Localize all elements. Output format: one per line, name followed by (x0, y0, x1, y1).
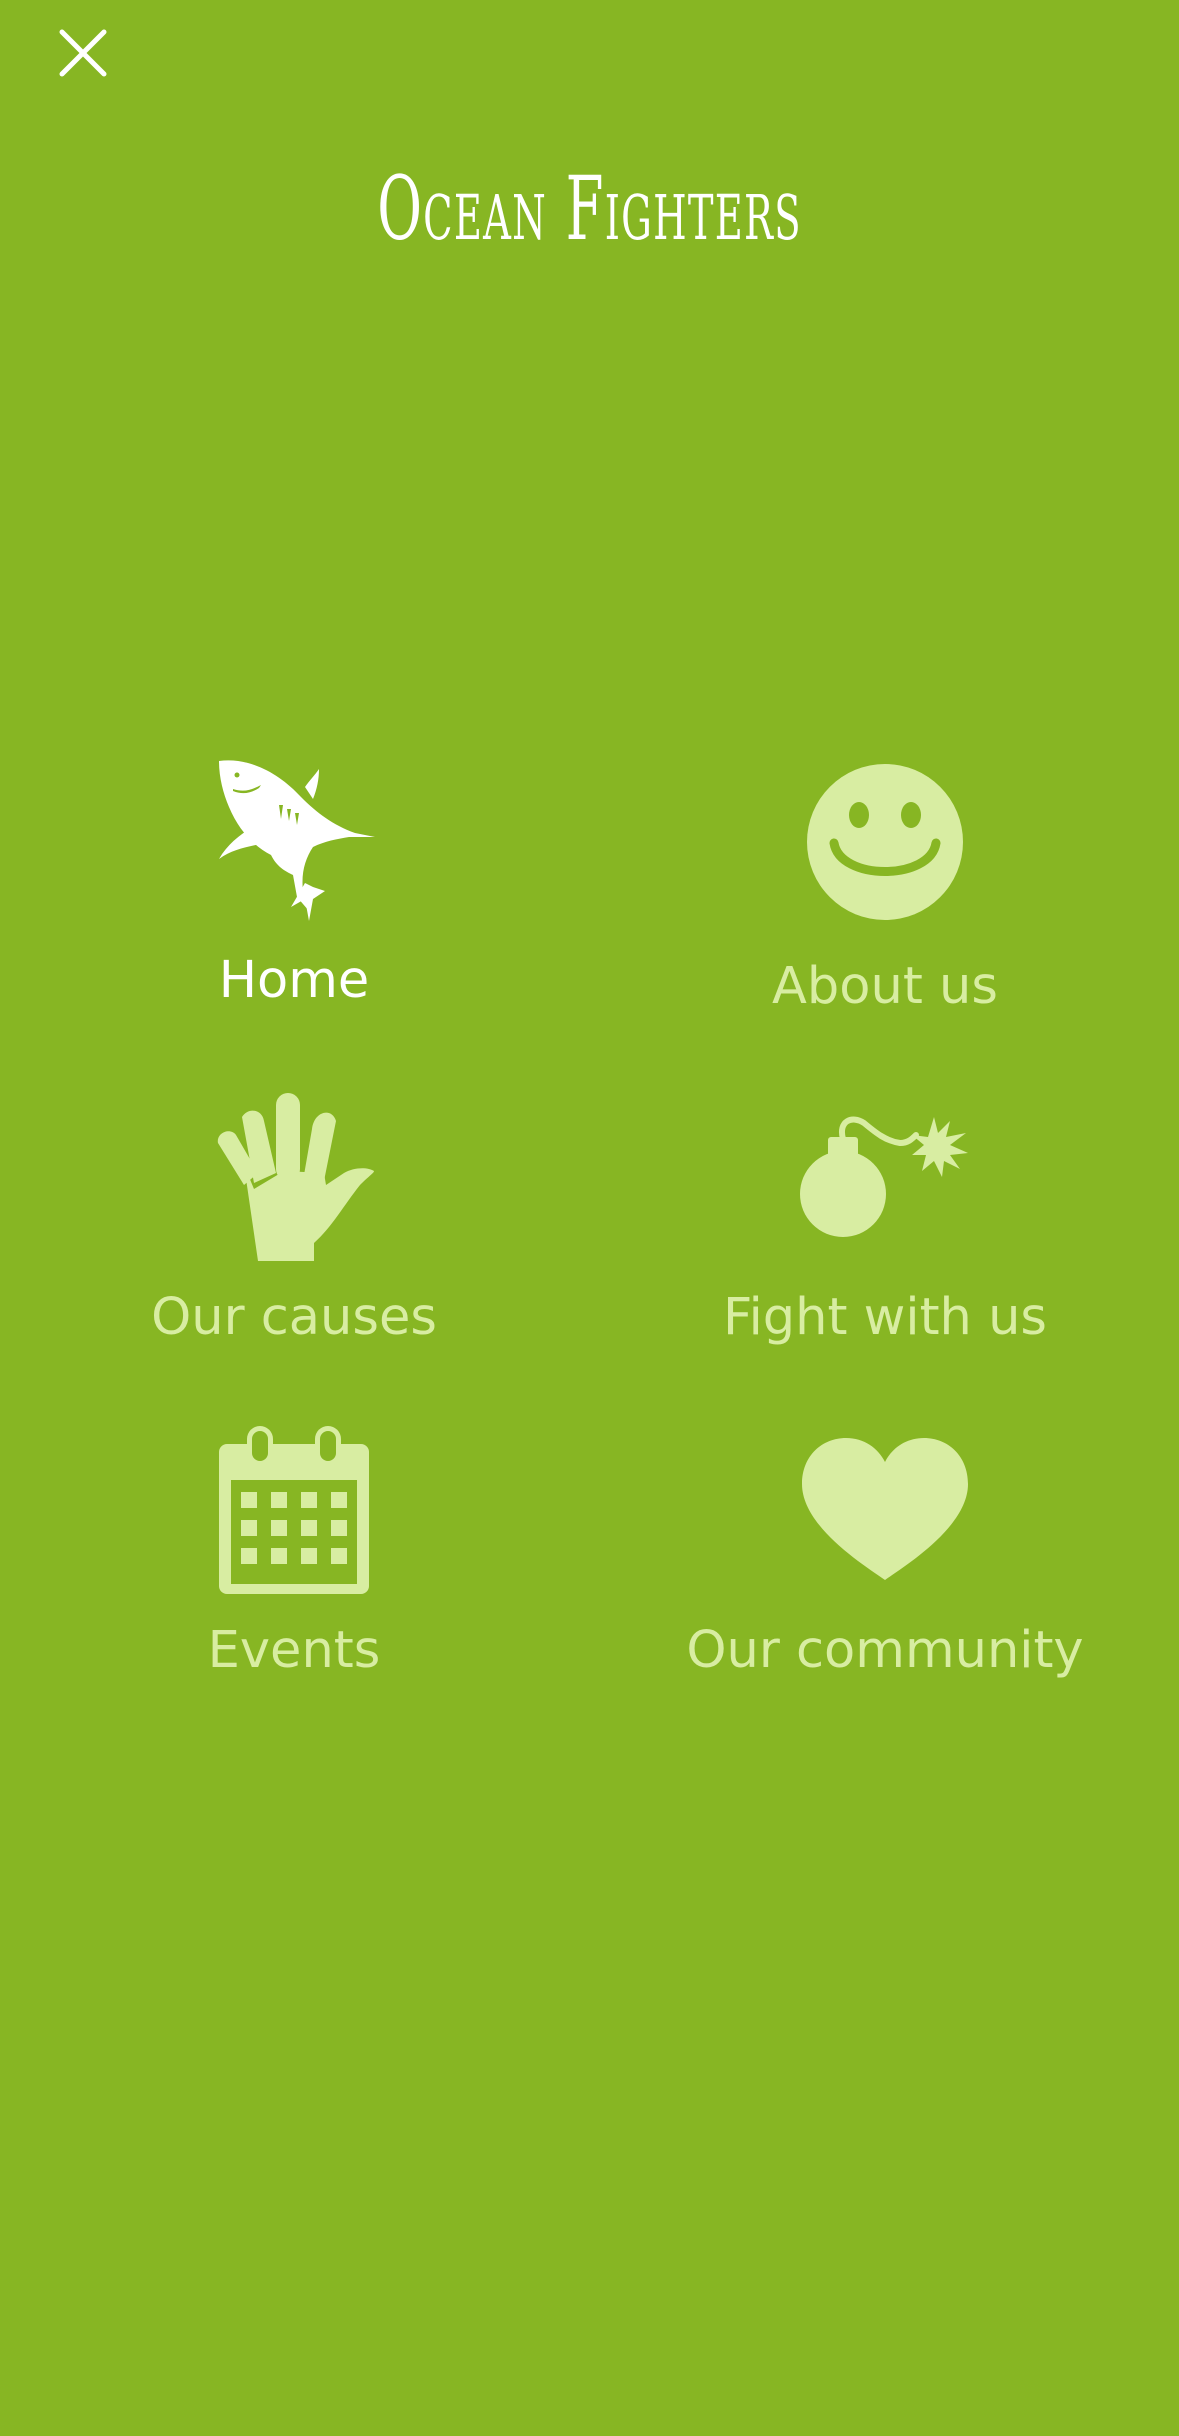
menu-item-about-us[interactable]: About us (605, 755, 1165, 1025)
menu-item-home[interactable]: Home (14, 755, 574, 1025)
heart-icon (802, 1438, 968, 1580)
bomb-icon (800, 1115, 970, 1237)
menu-item-fight-with-us[interactable]: Fight with us (605, 1090, 1165, 1360)
menu-item-our-causes[interactable]: Our causes (14, 1090, 574, 1360)
menu-item-label: Fight with us (722, 1288, 1047, 1347)
close-button[interactable] (56, 26, 110, 80)
app-title: Ocean Fighters (377, 157, 802, 260)
shark-icon (209, 755, 379, 925)
hand-icon (214, 1093, 374, 1261)
menu-item-label: Our community (686, 1621, 1084, 1680)
menu-item-label: Events (207, 1621, 381, 1680)
menu-item-our-community[interactable]: Our community (605, 1422, 1165, 1692)
calendar-icon (219, 1426, 369, 1594)
menu-item-label: Our causes (151, 1288, 437, 1347)
menu-item-label: About us (772, 957, 998, 1016)
close-icon (59, 29, 107, 77)
smiley-icon (806, 763, 964, 921)
menu-item-events[interactable]: Events (14, 1422, 574, 1692)
menu-item-label: Home (218, 951, 370, 1010)
